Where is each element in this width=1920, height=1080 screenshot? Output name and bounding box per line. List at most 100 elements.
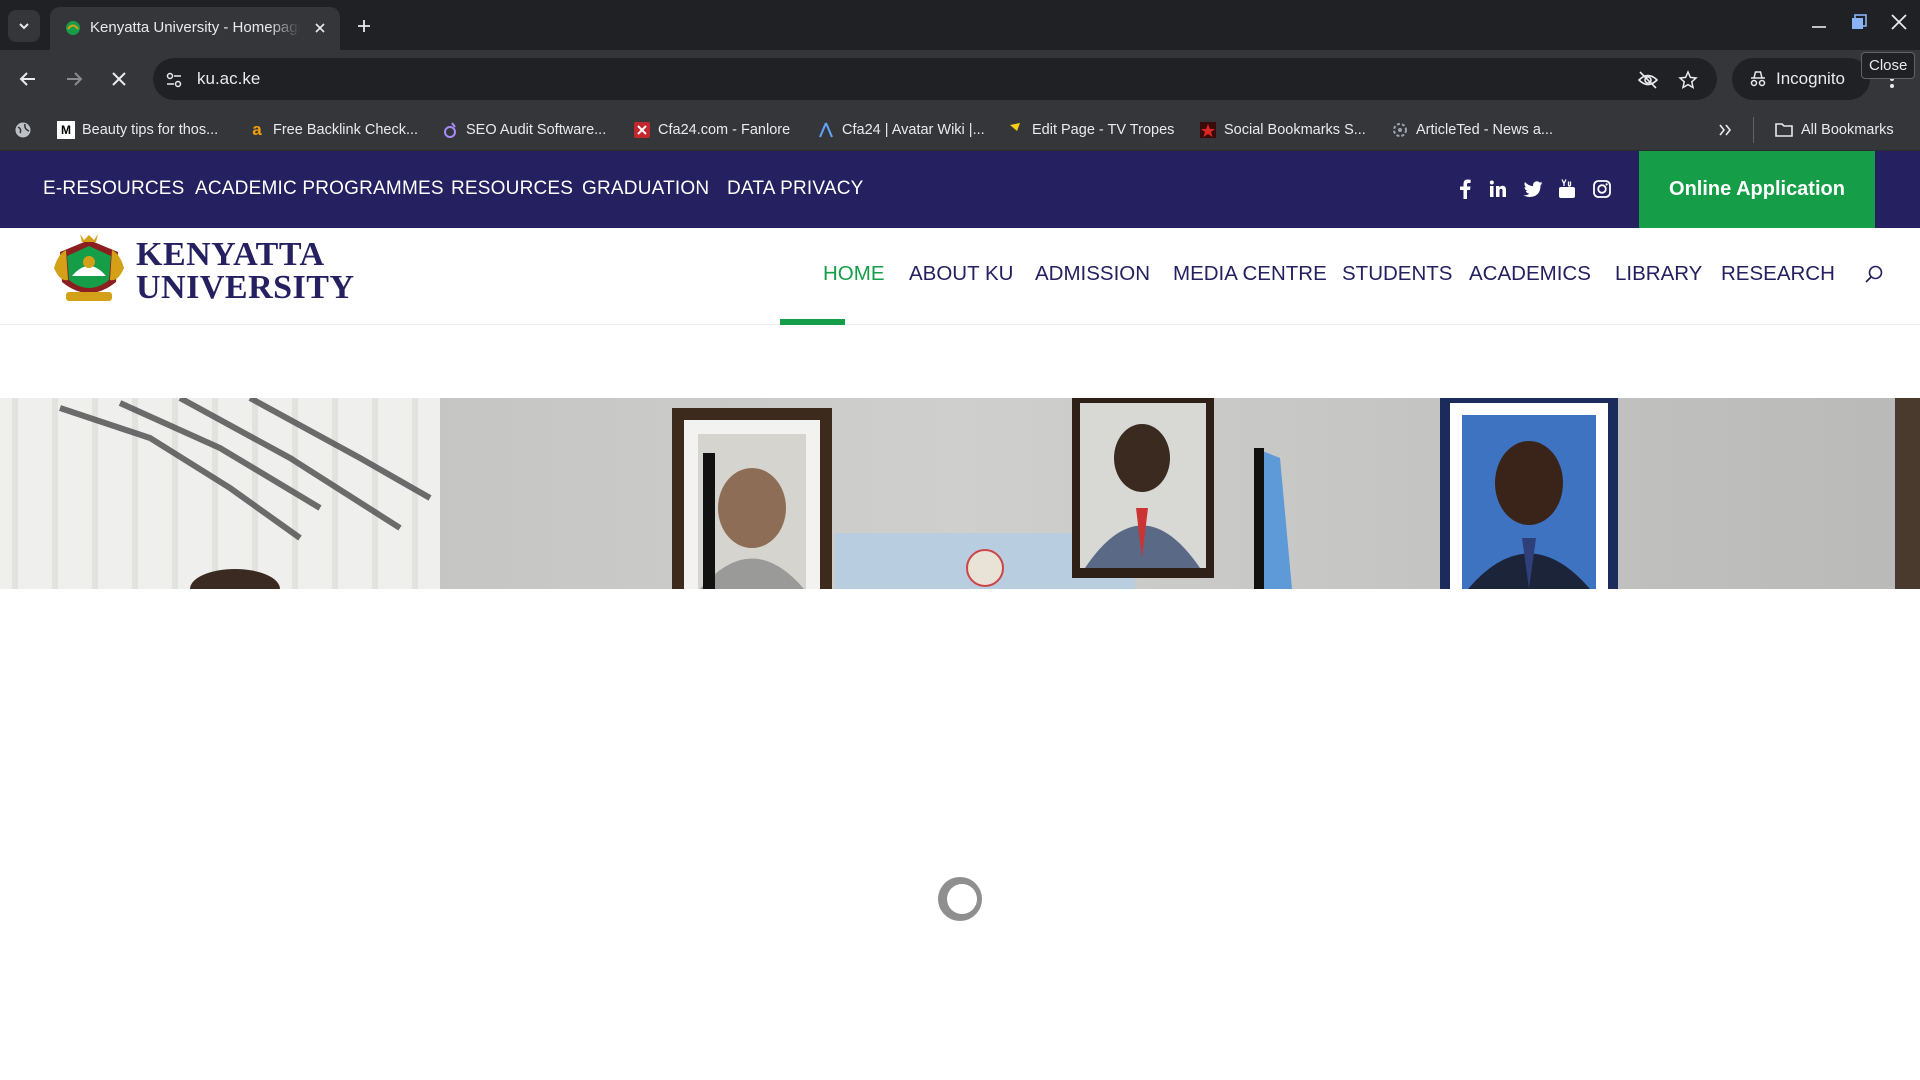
nav-academics[interactable]: ACADEMICS — [1469, 262, 1591, 286]
main-navigation: KENYATTA UNIVERSITY HOME ABOUT KU ADMISS… — [0, 228, 1920, 325]
nav-research[interactable]: RESEARCH — [1721, 262, 1835, 286]
backlink-a-icon: a — [252, 120, 262, 139]
restore-button[interactable] — [1844, 8, 1874, 36]
search-icon[interactable] — [1862, 262, 1886, 286]
incognito-indicator[interactable]: Incognito — [1732, 58, 1870, 100]
star-icon — [1200, 122, 1216, 138]
bookmark-label: Beauty tips for thos... — [82, 122, 219, 138]
minimize-icon — [1812, 26, 1826, 28]
bookmark-label: Free Backlink Check... — [273, 122, 419, 138]
web-page: E-RESOURCES ACADEMIC PROGRAMMES RESOURCE… — [0, 151, 1920, 1080]
bookmark-star-button[interactable] — [1677, 69, 1699, 91]
toplink-resources[interactable]: RESOURCES — [451, 178, 573, 200]
hero-photo — [0, 398, 1920, 589]
new-tab-button[interactable] — [350, 12, 378, 40]
loading-spinner-icon — [938, 877, 982, 921]
bookmark-item[interactable]: Cfa24.com - Fanlore — [633, 119, 790, 141]
bookmark-label: ArticleTed - News a... — [1416, 122, 1553, 138]
bookmark-item[interactable]: Cfa24 | Avatar Wiki |... — [817, 119, 985, 141]
fanlore-icon — [634, 122, 650, 138]
bookmark-label: Cfa24.com - Fanlore — [658, 122, 791, 138]
avatar-wiki-icon — [819, 122, 833, 138]
toplink-academic-programmes[interactable]: ACADEMIC PROGRAMMES — [195, 178, 444, 200]
articleted-icon — [1393, 123, 1407, 137]
nav-admission[interactable]: ADMISSION — [1035, 262, 1150, 286]
bookmark-label: Social Bookmarks S... — [1224, 122, 1366, 138]
incognito-icon — [1750, 71, 1766, 87]
back-button[interactable] — [13, 64, 43, 94]
url-text[interactable]: ku.ac.ke — [197, 69, 260, 89]
online-application-button[interactable]: Online Application — [1639, 151, 1875, 228]
plus-icon — [358, 20, 370, 32]
all-bookmarks-button[interactable]: All Bookmarks — [1774, 119, 1894, 141]
bookmark-item[interactable]: a Free Backlink Check... — [248, 119, 418, 141]
tab-close-button[interactable] — [310, 18, 330, 38]
address-bar[interactable]: ku.ac.ke — [153, 58, 1717, 100]
bookmark-label: Cfa24 | Avatar Wiki |... — [842, 122, 985, 138]
bookmark-item[interactable]: M Beauty tips for thos... — [57, 119, 218, 141]
stop-loading-button[interactable] — [104, 64, 134, 94]
ku-crest-icon — [54, 234, 124, 301]
star-icon — [1678, 70, 1698, 89]
nav-library[interactable]: LIBRARY — [1615, 262, 1702, 286]
tab-search-button[interactable] — [8, 10, 40, 42]
eye-off-icon — [1637, 71, 1659, 89]
bookmark-label: Edit Page - TV Tropes — [1032, 122, 1175, 138]
close-icon — [315, 23, 325, 33]
logo-line-2: UNIVERSITY — [136, 269, 355, 306]
tab-strip: Kenyatta University - Homepage — [0, 0, 1920, 50]
bookmarks-divider — [1753, 117, 1754, 143]
tune-icon — [166, 72, 182, 88]
medium-icon: M — [57, 121, 75, 139]
browser-toolbar: ku.ac.ke Incognito — [0, 50, 1920, 108]
incognito-label: Incognito — [1776, 69, 1845, 88]
site-info-button[interactable] — [163, 69, 185, 91]
tvtropes-icon — [1010, 123, 1020, 136]
restore-icon — [1852, 14, 1867, 29]
toplink-graduation[interactable]: GRADUATION — [582, 178, 709, 200]
twitter-icon[interactable] — [1521, 177, 1545, 201]
bookmark-item[interactable]: SEO Audit Software... — [441, 119, 606, 141]
tab-title: Kenyatta University - Homepage — [90, 19, 300, 36]
nav-students[interactable]: STUDENTS — [1342, 262, 1452, 286]
seo-icon — [444, 122, 456, 138]
toplink-e-resources[interactable]: E-RESOURCES — [43, 178, 185, 200]
ku-wordmark: KENYATTA UNIVERSITY — [136, 236, 355, 306]
nav-about-ku[interactable]: ABOUT KU — [909, 262, 1013, 286]
globe-icon — [15, 122, 31, 138]
chevron-down-icon — [19, 23, 29, 30]
apps-shortcut[interactable] — [14, 119, 32, 141]
ku-favicon-icon — [66, 21, 80, 35]
close-icon — [112, 72, 126, 86]
close-icon — [1891, 14, 1907, 30]
bookmarks-bar: M Beauty tips for thos... a Free Backlin… — [0, 108, 1920, 151]
bookmark-item[interactable]: ArticleTed - News a... — [1391, 119, 1553, 141]
active-nav-indicator — [780, 319, 845, 325]
utility-bar: E-RESOURCES ACADEMIC PROGRAMMES RESOURCE… — [0, 151, 1920, 228]
double-chevron-right-icon — [1719, 124, 1732, 136]
youtube-icon[interactable] — [1555, 177, 1579, 201]
arrow-left-icon — [19, 72, 35, 86]
minimize-button[interactable] — [1804, 8, 1834, 36]
all-bookmarks-label: All Bookmarks — [1801, 122, 1894, 138]
close-tooltip: Close — [1861, 52, 1916, 79]
ku-logo[interactable]: KENYATTA UNIVERSITY — [50, 232, 354, 310]
folder-icon — [1775, 123, 1793, 137]
bookmark-item[interactable]: Edit Page - TV Tropes — [1007, 119, 1174, 141]
toplink-data-privacy[interactable]: DATA PRIVACY — [727, 178, 864, 200]
logo-line-1: KENYATTA — [136, 236, 325, 273]
more-bookmarks-button[interactable] — [1717, 119, 1733, 141]
facebook-icon[interactable] — [1453, 177, 1477, 201]
hero-banner-image — [0, 398, 1920, 589]
browser-tab[interactable]: Kenyatta University - Homepage — [50, 7, 340, 50]
bookmark-item[interactable]: Social Bookmarks S... — [1199, 119, 1366, 141]
nav-home[interactable]: HOME — [823, 262, 885, 286]
instagram-icon[interactable] — [1590, 177, 1614, 201]
bookmark-label: SEO Audit Software... — [466, 122, 607, 138]
linkedin-icon[interactable] — [1486, 177, 1510, 201]
tracking-protection-button[interactable] — [1637, 69, 1659, 91]
window-close-button[interactable] — [1884, 8, 1914, 36]
nav-media-centre[interactable]: MEDIA CENTRE — [1173, 262, 1327, 286]
forward-button[interactable] — [59, 64, 89, 94]
arrow-right-icon — [67, 72, 83, 86]
